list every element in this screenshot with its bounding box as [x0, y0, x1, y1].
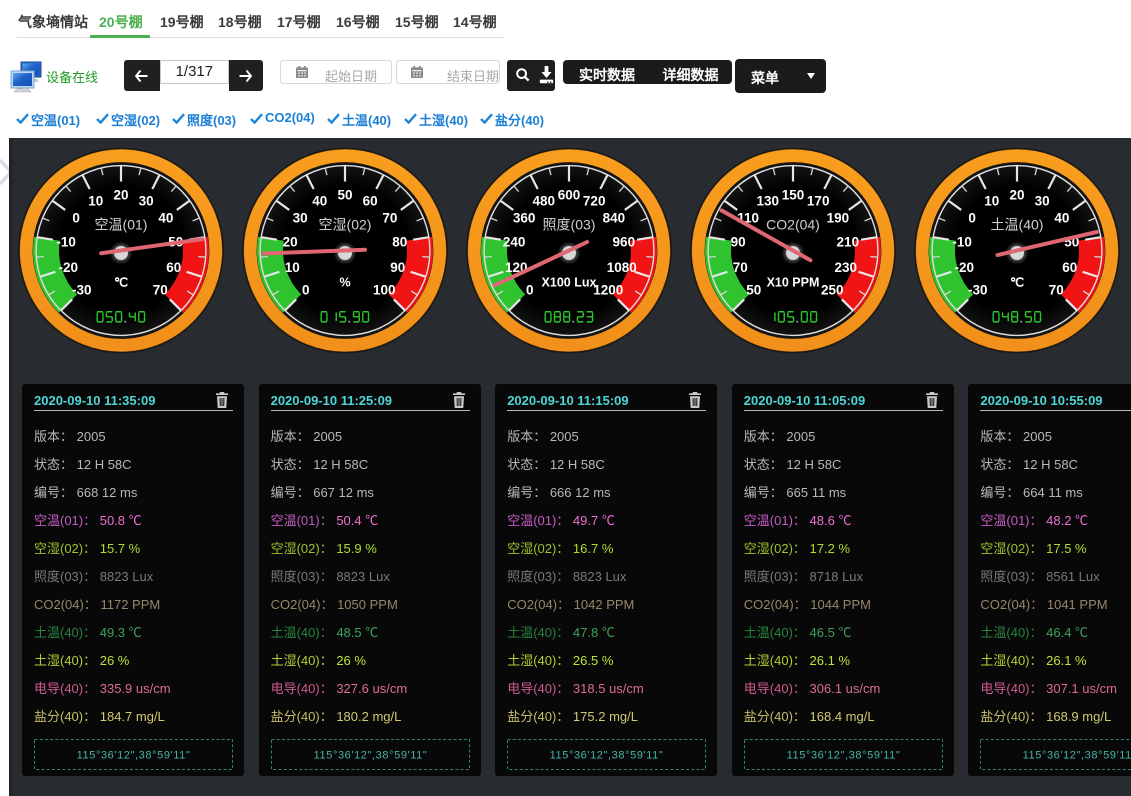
svg-text:90: 90 — [390, 260, 405, 275]
svg-text:170: 170 — [806, 194, 829, 209]
svg-text:80: 80 — [392, 234, 407, 249]
svg-text:1080: 1080 — [606, 260, 636, 275]
svg-text:40: 40 — [312, 194, 327, 209]
svg-text:30: 30 — [138, 194, 153, 209]
svg-text:150: 150 — [781, 188, 804, 203]
svg-text:-10: -10 — [952, 234, 972, 249]
svg-text:190: 190 — [826, 210, 849, 225]
svg-text:0: 0 — [526, 282, 534, 297]
svg-text:40: 40 — [1054, 210, 1069, 225]
svg-text:60: 60 — [166, 260, 181, 275]
svg-text:50: 50 — [337, 188, 352, 203]
svg-text:X10 PPM: X10 PPM — [766, 276, 819, 290]
svg-text:-20: -20 — [58, 260, 78, 275]
svg-text:0: 0 — [968, 210, 976, 225]
svg-text:10: 10 — [284, 260, 299, 275]
svg-text:10: 10 — [88, 194, 103, 209]
svg-text:-30: -30 — [968, 282, 988, 297]
svg-text:70: 70 — [382, 210, 397, 225]
svg-text:土温(40): 土温(40) — [990, 217, 1043, 233]
svg-text:130: 130 — [756, 194, 779, 209]
svg-text:840: 840 — [602, 210, 625, 225]
svg-text:-20: -20 — [954, 260, 974, 275]
svg-text:210: 210 — [836, 234, 859, 249]
svg-text:-10: -10 — [56, 234, 76, 249]
svg-text:CO2(04): CO2(04) — [766, 217, 820, 233]
svg-text:250: 250 — [820, 282, 843, 297]
svg-text:0: 0 — [72, 210, 80, 225]
svg-text:115°36'12",38°59'11": 115°36'12",38°59'11" — [786, 750, 900, 762]
svg-text:0: 0 — [302, 282, 310, 297]
svg-text:230: 230 — [834, 260, 857, 275]
svg-text:%: % — [339, 276, 350, 290]
svg-text:20: 20 — [282, 234, 297, 249]
svg-text:70: 70 — [152, 282, 167, 297]
svg-text:-30: -30 — [72, 282, 92, 297]
svg-text:50: 50 — [746, 282, 761, 297]
svg-text:360: 360 — [512, 210, 535, 225]
svg-text:90: 90 — [730, 234, 745, 249]
svg-text:20: 20 — [113, 188, 128, 203]
svg-text:40: 40 — [158, 210, 173, 225]
svg-text:480: 480 — [532, 194, 555, 209]
svg-text:60: 60 — [362, 194, 377, 209]
svg-text:100: 100 — [372, 282, 395, 297]
svg-text:℃: ℃ — [113, 276, 127, 290]
svg-text:30: 30 — [1034, 194, 1049, 209]
svg-text:1200: 1200 — [593, 282, 623, 297]
svg-text:115°36'12",38°59'11": 115°36'12",38°59'11" — [313, 750, 427, 762]
svg-text:115°36'12",38°59'11": 115°36'12",38°59'11" — [1023, 750, 1131, 762]
svg-text:60: 60 — [1062, 260, 1077, 275]
svg-text:600: 600 — [557, 188, 580, 203]
svg-text:960: 960 — [612, 234, 635, 249]
svg-text:240: 240 — [502, 234, 525, 249]
svg-text:720: 720 — [582, 194, 605, 209]
svg-text:115°36'12",38°59'11": 115°36'12",38°59'11" — [550, 750, 664, 762]
svg-text:20: 20 — [1009, 188, 1024, 203]
svg-text:X100 Lux: X100 Lux — [541, 276, 596, 290]
svg-text:115°36'12",38°59'11": 115°36'12",38°59'11" — [77, 750, 191, 762]
svg-text:70: 70 — [732, 260, 747, 275]
svg-text:70: 70 — [1048, 282, 1063, 297]
svg-text:空湿(02): 空湿(02) — [318, 217, 371, 233]
svg-text:℃: ℃ — [1009, 276, 1023, 290]
svg-text:10: 10 — [984, 194, 999, 209]
svg-text:空温(01): 空温(01) — [94, 217, 147, 233]
svg-text:照度(03): 照度(03) — [542, 217, 595, 233]
svg-text:30: 30 — [292, 210, 307, 225]
